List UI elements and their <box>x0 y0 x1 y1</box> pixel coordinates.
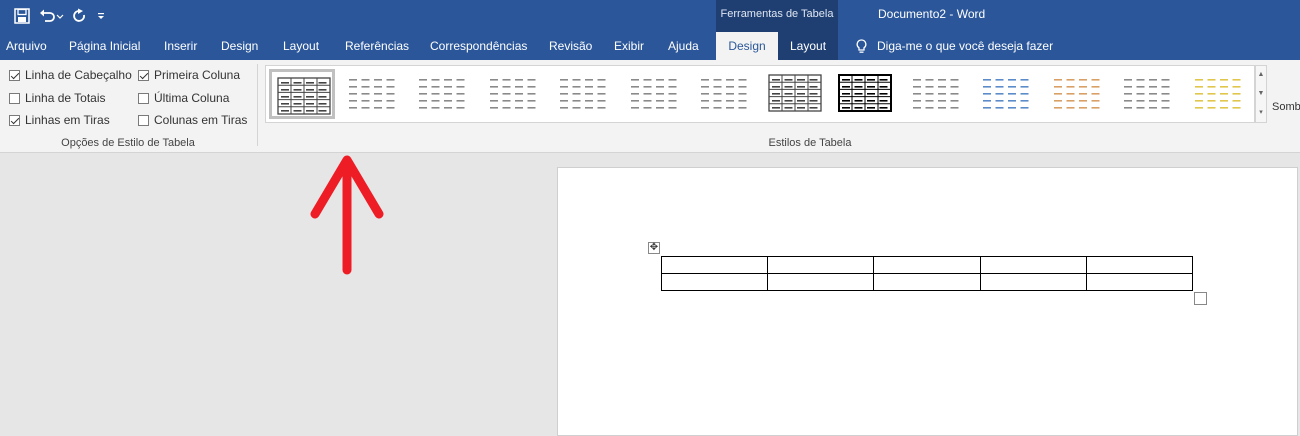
shading-button[interactable]: Somb <box>1272 101 1300 113</box>
lightbulb-icon <box>856 38 867 54</box>
table-style-7[interactable] <box>692 69 758 119</box>
customize-qat-icon[interactable] <box>96 6 106 26</box>
table-style-9[interactable] <box>833 69 899 119</box>
checkbox-box <box>9 92 20 104</box>
tab-table-design[interactable]: Design <box>716 32 778 60</box>
table-style-8[interactable] <box>763 69 829 119</box>
tab-arquivo[interactable]: Arquivo <box>0 32 59 60</box>
table-styles-gallery <box>265 65 1255 123</box>
ribbon-tab-bar: Arquivo Página Inicial Inserir Design La… <box>0 32 1300 60</box>
tab-layout[interactable]: Layout <box>271 32 331 60</box>
table-move-handle-icon[interactable]: ✥ <box>648 242 660 254</box>
tab-table-layout[interactable]: Layout <box>778 32 838 60</box>
checkbox-header-row[interactable]: Linha de Cabeçalho <box>9 68 132 82</box>
gallery-scroll: ▲ ▼ ▾ <box>1255 65 1267 123</box>
gallery-more-icon[interactable]: ▾ <box>1256 104 1266 122</box>
checkbox-label: Colunas em Tiras <box>154 113 248 127</box>
table-style-4[interactable] <box>481 69 547 119</box>
table-cell[interactable] <box>873 273 981 291</box>
table-cell[interactable] <box>1085 273 1194 291</box>
table-cell[interactable] <box>1085 256 1194 274</box>
checkbox-box <box>9 69 20 81</box>
table-row <box>660 273 1194 291</box>
table-cell[interactable] <box>979 273 1087 291</box>
table-cell[interactable] <box>767 256 875 274</box>
checkbox-label: Última Coluna <box>154 91 230 105</box>
table-cell[interactable] <box>873 256 981 274</box>
tab-inserir[interactable]: Inserir <box>152 32 209 60</box>
table-style-14[interactable] <box>1186 69 1252 119</box>
table-style-1[interactable] <box>269 69 335 119</box>
checkbox-last-column[interactable]: Última Coluna <box>138 91 229 105</box>
document-page[interactable] <box>557 167 1298 436</box>
checkbox-box <box>138 114 149 126</box>
title-bar: Ferramentas de Tabela Documento2 - Word <box>0 0 1300 32</box>
undo-icon[interactable] <box>38 6 64 26</box>
table-style-2[interactable] <box>340 69 406 119</box>
table-tools-context-label: Ferramentas de Tabela <box>716 0 838 32</box>
table-cell[interactable] <box>767 273 875 291</box>
checkbox-label: Linha de Totais <box>25 91 106 105</box>
table-cell[interactable] <box>660 273 769 291</box>
table-style-5[interactable] <box>551 69 617 119</box>
checkbox-label: Primeira Coluna <box>154 68 241 82</box>
table-style-3[interactable] <box>410 69 476 119</box>
table-styles-group-label: Estilos de Tabela <box>768 137 852 149</box>
gallery-scroll-down-icon[interactable]: ▼ <box>1256 85 1266 103</box>
tell-me-label: Diga-me o que você deseja fazer <box>877 39 1054 53</box>
document-title: Documento2 - Word <box>878 7 986 21</box>
checkbox-banded-rows[interactable]: Linhas em Tiras <box>9 113 110 127</box>
table-cell[interactable] <box>660 256 769 274</box>
red-arrow-annotation <box>300 152 395 282</box>
group-separator <box>257 64 258 146</box>
style-options-group-label: Opções de Estilo de Tabela <box>61 137 195 149</box>
checkbox-first-column[interactable]: Primeira Coluna <box>138 68 240 82</box>
checkbox-total-row[interactable]: Linha de Totais <box>9 91 106 105</box>
checkbox-banded-columns[interactable]: Colunas em Tiras <box>138 113 247 127</box>
checkbox-label: Linhas em Tiras <box>25 113 110 127</box>
table-style-13[interactable] <box>1115 69 1181 119</box>
tab-pagina-inicial[interactable]: Página Inicial <box>57 32 152 60</box>
checkbox-box <box>9 114 20 126</box>
checkbox-box <box>138 69 149 81</box>
document-table[interactable] <box>660 256 1194 291</box>
table-row <box>660 256 1194 274</box>
table-cell[interactable] <box>979 256 1087 274</box>
redo-icon[interactable] <box>72 6 88 26</box>
document-canvas-background <box>0 153 557 436</box>
tab-referencias[interactable]: Referências <box>333 32 421 60</box>
tab-exibir[interactable]: Exibir <box>602 32 656 60</box>
table-style-12[interactable] <box>1045 69 1111 119</box>
checkbox-label: Linha de Cabeçalho <box>25 68 132 82</box>
table-style-11[interactable] <box>974 69 1040 119</box>
checkbox-box <box>138 92 149 104</box>
table-resize-handle[interactable] <box>1194 292 1207 305</box>
tab-revisao[interactable]: Revisão <box>537 32 604 60</box>
gallery-scroll-up-icon[interactable]: ▲ <box>1256 66 1266 84</box>
tab-correspondencias[interactable]: Correspondências <box>418 32 539 60</box>
table-style-6[interactable] <box>622 69 688 119</box>
save-icon[interactable] <box>14 6 30 26</box>
tab-ajuda[interactable]: Ajuda <box>656 32 711 60</box>
quick-access-toolbar <box>14 6 114 26</box>
tab-design[interactable]: Design <box>209 32 270 60</box>
table-style-10[interactable] <box>904 69 970 119</box>
tell-me-box[interactable]: Diga-me o que você deseja fazer <box>856 32 1053 60</box>
